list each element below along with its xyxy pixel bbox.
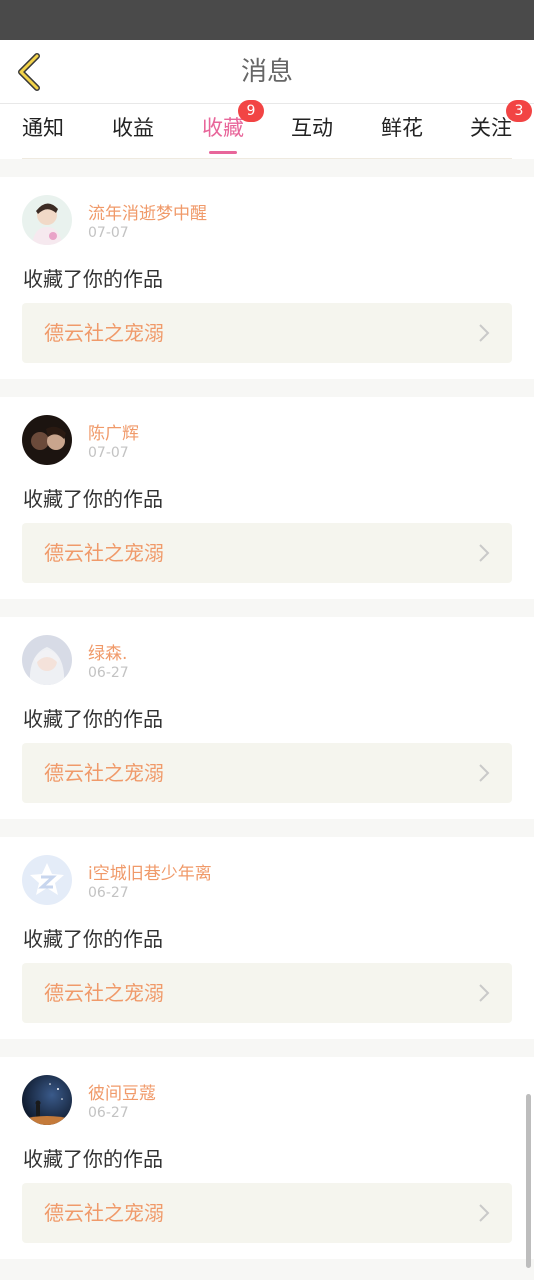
action-text: 收藏了你的作品 (23, 487, 163, 511)
scrollbar[interactable] (526, 1094, 531, 1268)
spacer (0, 159, 534, 177)
chevron-right-icon (479, 764, 490, 782)
work-link[interactable]: 德云社之宠溺 (22, 523, 512, 583)
avatar[interactable] (22, 415, 72, 465)
notification-card: 陈广辉 07-07 收藏了你的作品 德云社之宠溺 (0, 397, 534, 599)
notification-card: i空城旧巷少年离 06-27 收藏了你的作品 德云社之宠溺 (0, 837, 534, 1039)
work-link[interactable]: 德云社之宠溺 (22, 963, 512, 1023)
avatar[interactable] (22, 1075, 72, 1125)
work-title: 德云社之宠溺 (44, 321, 164, 345)
tab-label: 互动 (291, 116, 333, 140)
chevron-right-icon (479, 324, 490, 342)
user-name[interactable]: i空城旧巷少年离 (88, 859, 212, 884)
avatar[interactable] (22, 855, 72, 905)
tab-label: 收藏 (202, 116, 244, 140)
tab-notice[interactable]: 通知 (22, 114, 64, 146)
chevron-right-icon (479, 1204, 490, 1222)
tab-label: 鲜花 (381, 116, 423, 140)
active-tab-indicator (209, 151, 237, 154)
action-text: 收藏了你的作品 (23, 707, 163, 731)
user-name[interactable]: 流年消逝梦中醒 (88, 199, 207, 224)
work-title: 德云社之宠溺 (44, 761, 164, 785)
action-text: 收藏了你的作品 (23, 1147, 163, 1171)
tab-badge: 3 (506, 100, 532, 122)
timestamp: 06-27 (88, 1105, 129, 1121)
tab-favorites[interactable]: 收藏 9 (202, 100, 264, 154)
avatar[interactable] (22, 195, 72, 245)
action-text: 收藏了你的作品 (23, 927, 163, 951)
notification-card: 流年消逝梦中醒 07-07 收藏了你的作品 德云社之宠溺 (0, 177, 534, 379)
user-name[interactable]: 彼间豆蔻 (88, 1079, 156, 1104)
work-title: 德云社之宠溺 (44, 981, 164, 1005)
tab-follow[interactable]: 关注 3 (470, 100, 532, 146)
chevron-right-icon (479, 984, 490, 1002)
tab-label: 通知 (22, 116, 64, 140)
status-bar (0, 0, 534, 40)
tab-bar: 通知 收益 收藏 9 互动 鲜花 关注 3 (0, 100, 534, 159)
work-link[interactable]: 德云社之宠溺 (22, 743, 512, 803)
notification-card: 彼间豆蔻 06-27 收藏了你的作品 德云社之宠溺 (0, 1057, 534, 1259)
work-link[interactable]: 德云社之宠溺 (22, 303, 512, 363)
user-name[interactable]: 陈广辉 (88, 419, 139, 444)
notification-card: 绿森. 06-27 收藏了你的作品 德云社之宠溺 (0, 617, 534, 819)
tab-earnings[interactable]: 收益 (112, 114, 154, 146)
work-title: 德云社之宠溺 (44, 541, 164, 565)
tab-flowers[interactable]: 鲜花 (381, 114, 423, 146)
action-text: 收藏了你的作品 (23, 267, 163, 291)
timestamp: 07-07 (88, 225, 129, 241)
tab-label: 关注 (470, 116, 512, 140)
work-link[interactable]: 德云社之宠溺 (22, 1183, 512, 1243)
timestamp: 06-27 (88, 885, 129, 901)
tab-label: 收益 (112, 116, 154, 140)
default-avatar-icon (22, 855, 72, 905)
timestamp: 06-27 (88, 665, 129, 681)
header: 消息 (0, 40, 534, 104)
page-title: 消息 (240, 57, 293, 87)
work-title: 德云社之宠溺 (44, 1201, 164, 1225)
tab-badge: 9 (238, 100, 264, 122)
user-name[interactable]: 绿森. (88, 639, 127, 664)
timestamp: 07-07 (88, 445, 129, 461)
divider (22, 158, 512, 159)
chevron-right-icon (479, 544, 490, 562)
tab-interaction[interactable]: 互动 (291, 114, 333, 146)
avatar[interactable] (22, 635, 72, 685)
